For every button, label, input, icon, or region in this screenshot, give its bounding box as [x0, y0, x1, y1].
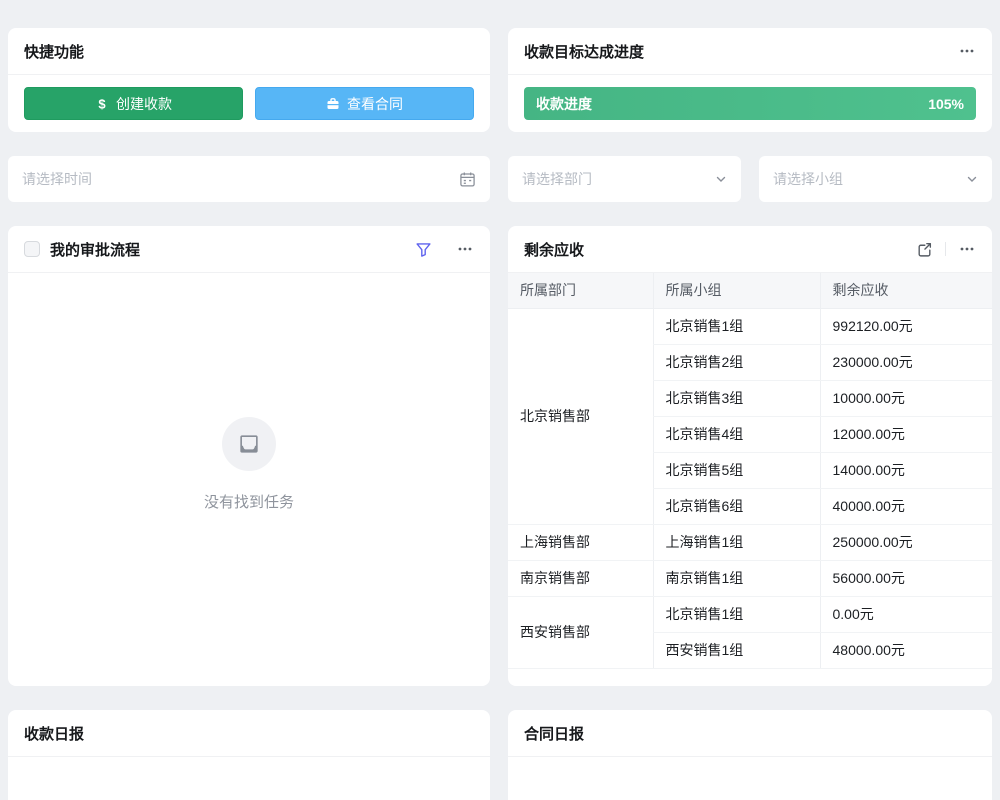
- amount-cell: 12000.00元: [820, 416, 992, 452]
- col-header-group: 所属小组: [653, 273, 820, 308]
- create-payment-button[interactable]: $ 创建收款: [24, 87, 243, 120]
- view-contract-button[interactable]: 查看合同: [255, 87, 474, 120]
- table-row: 南京销售部南京销售1组56000.00元: [508, 560, 992, 596]
- view-contract-label: 查看合同: [347, 94, 403, 114]
- group-placeholder: 请选择小组: [773, 169, 843, 189]
- group-cell: 北京销售1组: [653, 596, 820, 632]
- calendar-icon: [459, 171, 476, 188]
- department-select[interactable]: 请选择部门: [508, 156, 741, 202]
- group-cell: 上海销售1组: [653, 524, 820, 560]
- approval-card-title: 我的审批流程: [50, 239, 140, 260]
- group-cell: 北京销售6组: [653, 488, 820, 524]
- filter-icon[interactable]: [415, 241, 432, 258]
- amount-cell: 48000.00元: [820, 632, 992, 668]
- amount-cell: 56000.00元: [820, 560, 992, 596]
- empty-state-text: 没有找到任务: [204, 491, 294, 512]
- more-icon[interactable]: [456, 240, 474, 258]
- empty-inbox-icon: [222, 417, 276, 471]
- department-cell: 西安销售部: [508, 596, 653, 668]
- group-cell: 北京销售3组: [653, 380, 820, 416]
- progress-bar-value: 105%: [928, 96, 964, 112]
- approval-flow-card: 我的审批流程 没有找到任务: [8, 226, 490, 686]
- department-cell: 上海销售部: [508, 524, 653, 560]
- payment-daily-title: 收款日报: [24, 723, 84, 744]
- receivables-table: 所属部门 所属小组 剩余应收 北京销售部北京销售1组992120.00元北京销售…: [508, 273, 992, 669]
- col-header-department: 所属部门: [508, 273, 653, 308]
- department-cell: 北京销售部: [508, 308, 653, 524]
- chevron-down-icon: [715, 173, 727, 185]
- group-cell: 北京销售5组: [653, 452, 820, 488]
- more-icon[interactable]: [958, 42, 976, 60]
- approval-select-checkbox[interactable]: [24, 241, 40, 257]
- collection-progress-bar: 收款进度 105%: [524, 87, 976, 120]
- amount-cell: 10000.00元: [820, 380, 992, 416]
- table-row: 上海销售部上海销售1组250000.00元: [508, 524, 992, 560]
- group-select[interactable]: 请选择小组: [759, 156, 992, 202]
- dollar-icon: $: [95, 97, 109, 111]
- briefcase-icon: [326, 97, 340, 111]
- external-link-icon[interactable]: [916, 241, 933, 258]
- department-placeholder: 请选择部门: [522, 169, 592, 189]
- amount-cell: 0.00元: [820, 596, 992, 632]
- group-cell: 北京销售1组: [653, 308, 820, 344]
- empty-state: 没有找到任务: [8, 273, 490, 686]
- chevron-down-icon: [966, 173, 978, 185]
- progress-card: 收款目标达成进度 收款进度 105%: [508, 28, 992, 132]
- department-cell: 南京销售部: [508, 560, 653, 596]
- create-payment-label: 创建收款: [116, 94, 172, 114]
- receivables-card: 剩余应收 所属部门: [508, 226, 992, 686]
- amount-cell: 230000.00元: [820, 344, 992, 380]
- receivables-card-title: 剩余应收: [524, 239, 584, 260]
- group-cell: 北京销售2组: [653, 344, 820, 380]
- svg-text:$: $: [98, 97, 106, 111]
- group-cell: 南京销售1组: [653, 560, 820, 596]
- amount-cell: 40000.00元: [820, 488, 992, 524]
- amount-cell: 14000.00元: [820, 452, 992, 488]
- receivables-table-body: 北京销售部北京销售1组992120.00元北京销售2组230000.00元北京销…: [508, 308, 992, 668]
- group-cell: 北京销售4组: [653, 416, 820, 452]
- quick-actions-title: 快捷功能: [24, 41, 84, 62]
- dashboard-page: 快捷功能 $ 创建收款 查看合同: [0, 0, 1000, 800]
- group-cell: 西安销售1组: [653, 632, 820, 668]
- contract-daily-card: 合同日报: [508, 710, 992, 800]
- time-placeholder: 请选择时间: [22, 169, 92, 189]
- more-icon[interactable]: [958, 240, 976, 258]
- progress-card-title: 收款目标达成进度: [524, 41, 644, 62]
- progress-bar-label: 收款进度: [536, 94, 592, 114]
- table-row: 北京销售部北京销售1组992120.00元: [508, 308, 992, 344]
- col-header-amount: 剩余应收: [820, 273, 992, 308]
- contract-daily-title: 合同日报: [524, 723, 584, 744]
- time-select-input[interactable]: 请选择时间: [8, 156, 490, 202]
- table-row: 西安销售部北京销售1组0.00元: [508, 596, 992, 632]
- quick-actions-card: 快捷功能 $ 创建收款 查看合同: [8, 28, 490, 132]
- amount-cell: 250000.00元: [820, 524, 992, 560]
- payment-daily-card: 收款日报: [8, 710, 490, 800]
- amount-cell: 992120.00元: [820, 308, 992, 344]
